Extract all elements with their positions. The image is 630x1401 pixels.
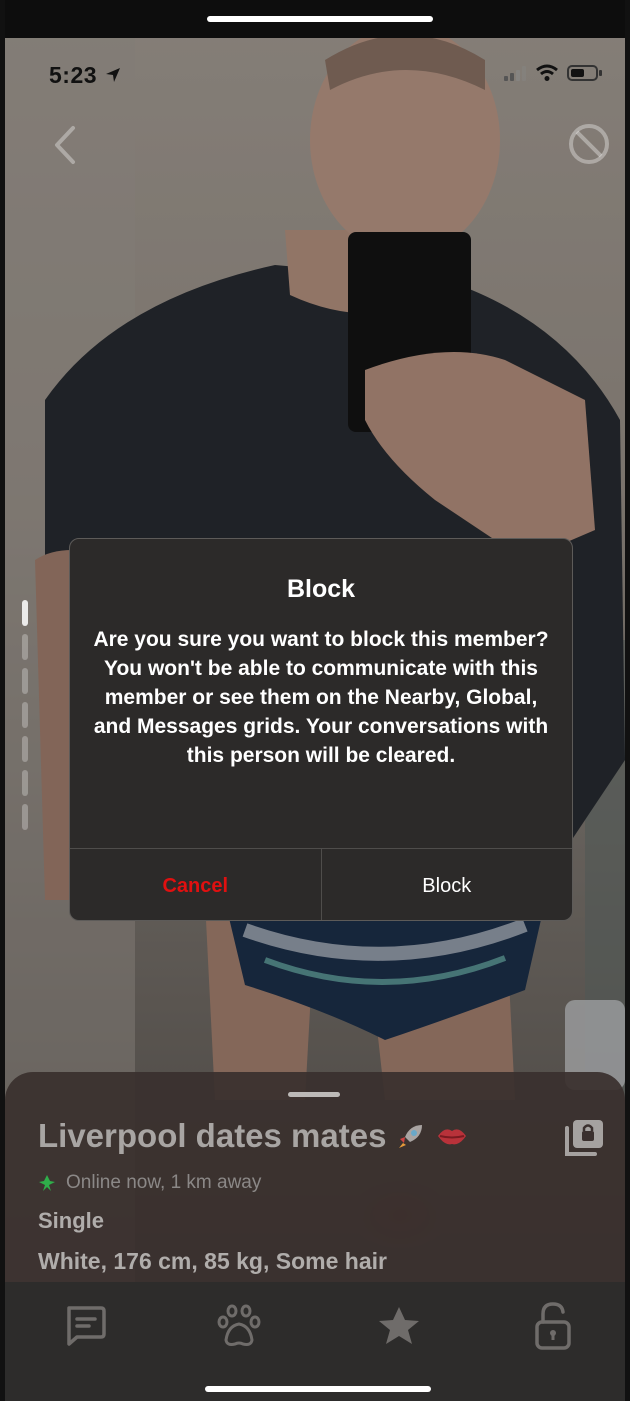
star-icon [379, 1307, 419, 1344]
online-status-row: Online now, 1 km away [38, 1172, 261, 1194]
gallery-dot [22, 804, 28, 830]
prohibited-icon [569, 124, 609, 164]
unlock-icon [535, 1302, 571, 1350]
dialog-actions: Cancel Block [70, 848, 573, 920]
online-indicator-icon [39, 1175, 55, 1191]
status-time: 5:23 [49, 62, 122, 89]
top-home-indicator [207, 16, 433, 22]
block-confirmation-dialog: Block Are you sure you want to block thi… [69, 538, 573, 921]
rocket-emoji-icon [399, 1125, 423, 1148]
gallery-dot [22, 702, 28, 728]
tab-favorites[interactable] [371, 1298, 427, 1354]
gallery-dot [22, 634, 28, 660]
battery-icon [567, 65, 602, 81]
gallery-dot [22, 668, 28, 694]
gallery-dot [22, 736, 28, 762]
tab-bar [5, 1282, 625, 1401]
location-arrow-icon [105, 68, 120, 82]
profile-sheet[interactable]: Liverpool dates mates Online now, 1 km a… [5, 1072, 625, 1282]
dialog-message: Are you sure you want to block this memb… [93, 628, 549, 767]
lips-emoji-icon [438, 1129, 467, 1145]
status-icons [503, 64, 603, 82]
relationship-status: Single [38, 1208, 105, 1233]
profile-name: Liverpool dates mates [38, 1117, 387, 1154]
paw-icon [217, 1304, 261, 1346]
back-button[interactable] [45, 120, 85, 170]
profile-name-row: Liverpool dates mates [38, 1117, 468, 1155]
chevron-left-icon [55, 126, 75, 164]
private-album-button[interactable] [563, 1116, 607, 1158]
status-time-text: 5:23 [49, 62, 98, 88]
home-indicator [205, 1386, 431, 1392]
phone-screen: 5:23 Block Are you sure you want to bloc… [5, 0, 625, 1401]
tab-messages[interactable] [57, 1298, 113, 1354]
messages-icon [67, 1306, 106, 1346]
signal-icon [504, 66, 526, 81]
dialog-title: Block [286, 575, 356, 603]
tab-unlock[interactable] [525, 1298, 581, 1354]
photo-gallery-indicator [22, 600, 30, 838]
sheet-grabber[interactable] [288, 1092, 340, 1097]
profile-stats: White, 176 cm, 85 kg, Some hair [38, 1248, 387, 1274]
online-status: Online now, 1 km away [66, 1172, 262, 1193]
locked-album-icon [565, 1120, 603, 1156]
tab-nearby[interactable] [211, 1298, 267, 1354]
confirm-block-button[interactable]: Block [322, 849, 573, 920]
gallery-dot [22, 600, 28, 626]
cancel-button[interactable]: Cancel [70, 849, 322, 920]
wifi-icon [536, 64, 558, 81]
block-profile-button[interactable] [567, 122, 611, 166]
gallery-dot [22, 770, 28, 796]
